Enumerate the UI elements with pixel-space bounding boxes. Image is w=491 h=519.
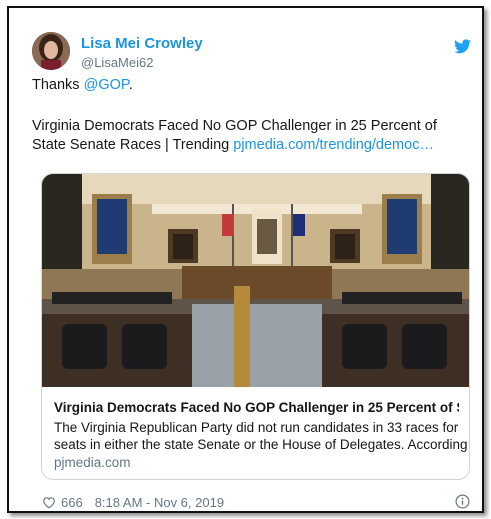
heart-icon[interactable] xyxy=(42,496,56,509)
tweet-embed: Lisa Mei Crowley @LisaMei62 Thanks @GOP.… xyxy=(7,6,484,513)
avatar[interactable] xyxy=(32,32,70,70)
info-icon[interactable] xyxy=(455,494,470,509)
author-handle[interactable]: @LisaMei62 xyxy=(81,55,153,70)
author-name[interactable]: Lisa Mei Crowley xyxy=(81,35,203,52)
card-image xyxy=(42,174,469,387)
tweet-line-1: Thanks @GOP. xyxy=(32,77,133,93)
card-description-line-1: The Virginia Republican Party did not ru… xyxy=(54,420,459,435)
article-link[interactable]: pjmedia.com/trending/democ… xyxy=(233,137,434,153)
card-domain: pjmedia.com xyxy=(54,455,131,470)
tweet-line-3: State Senate Races | Trending pjmedia.co… xyxy=(32,137,434,153)
tweet-text: . xyxy=(128,77,133,93)
card-description-line-2: seats in either the state Senate or the … xyxy=(54,437,470,452)
link-card[interactable]: Virginia Democrats Faced No GOP Challeng… xyxy=(41,173,470,480)
twitter-bird-icon[interactable] xyxy=(454,39,471,54)
like-count[interactable]: 666 xyxy=(61,495,83,510)
tweet-footer: 666 8:18 AM - Nov 6, 2019 xyxy=(42,495,224,510)
tweet-text: State Senate Races | Trending xyxy=(32,137,234,153)
card-title[interactable]: Virginia Democrats Faced No GOP Challeng… xyxy=(54,400,459,415)
tweet-text: Thanks xyxy=(32,77,84,93)
gop-mention-link[interactable]: @GOP xyxy=(84,77,129,93)
tweet-line-2: Virginia Democrats Faced No GOP Challeng… xyxy=(32,118,437,134)
timestamp[interactable]: 8:18 AM - Nov 6, 2019 xyxy=(95,495,224,510)
